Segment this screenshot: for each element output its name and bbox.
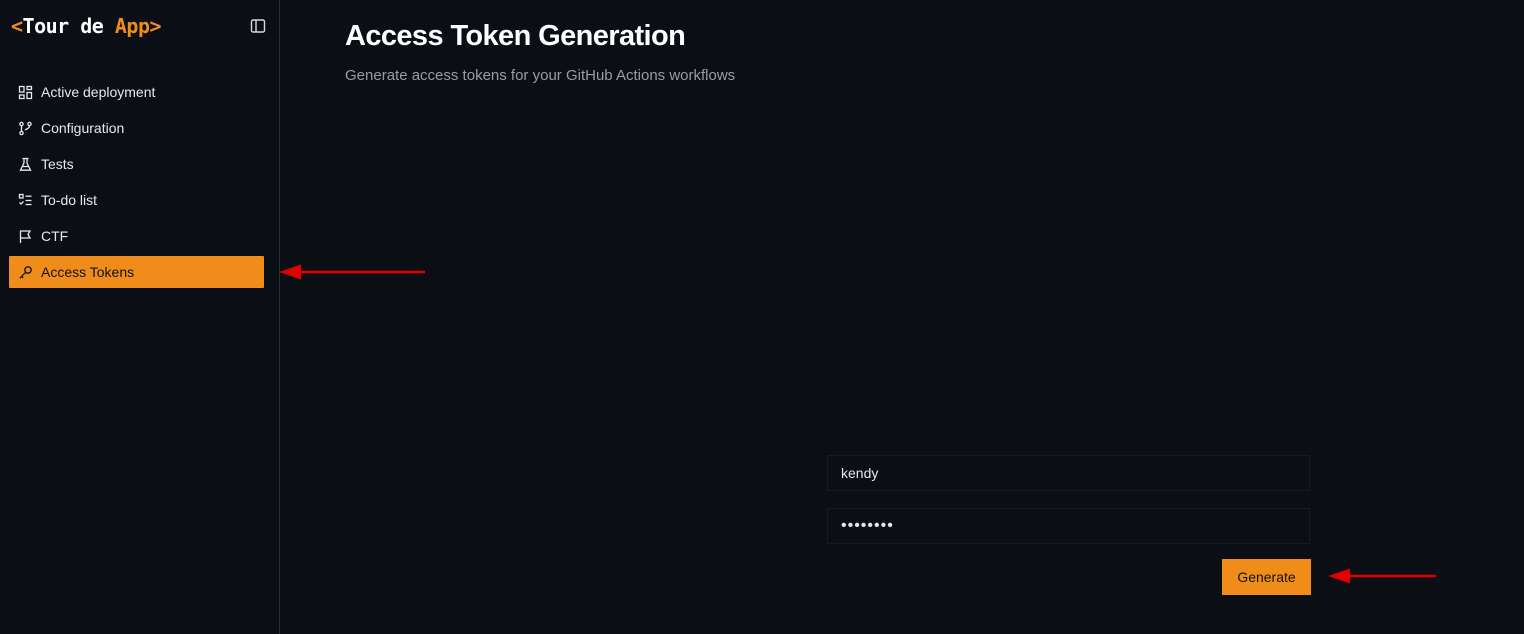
app-root: <Tour de App> Active deployment Configur…: [0, 0, 1524, 634]
annotation-arrow-icon: [279, 264, 425, 280]
annotation-arrow-icon: [1328, 568, 1436, 584]
sidebar-item-label: To-do list: [41, 192, 98, 208]
sidebar-item-label: Configuration: [41, 120, 125, 136]
app-logo[interactable]: <Tour de App>: [11, 14, 162, 38]
sidebar-item-configuration[interactable]: Configuration: [9, 112, 264, 144]
main-content: Access Token Generation Generate access …: [281, 0, 1524, 634]
page-title: Access Token Generation: [345, 20, 686, 52]
sidebar-nav: Active deployment Configuration Tests To…: [9, 76, 264, 292]
sidebar-item-todo[interactable]: To-do list: [9, 184, 264, 216]
logo-word-app: App: [114, 14, 150, 38]
password-field[interactable]: ••••••••: [827, 508, 1310, 544]
git-branch-icon: [18, 121, 33, 136]
sidebar-item-access-tokens[interactable]: Access Tokens: [9, 256, 264, 288]
password-value: ••••••••: [841, 517, 894, 534]
sidebar: <Tour de App> Active deployment Configur…: [0, 0, 280, 634]
key-icon: [18, 265, 33, 280]
logo-word-tour: Tour: [22, 14, 70, 38]
sidebar-item-ctf[interactable]: CTF: [9, 220, 264, 252]
flag-icon: [18, 229, 33, 244]
username-value: kendy: [841, 465, 879, 481]
sidebar-item-tests[interactable]: Tests: [9, 148, 264, 180]
logo-bracket-open: <: [11, 14, 23, 38]
sidebar-item-label: Tests: [41, 156, 74, 172]
username-field[interactable]: kendy: [827, 455, 1310, 491]
sidebar-toggle-icon[interactable]: [250, 18, 266, 34]
flask-icon: [18, 157, 33, 172]
generate-button[interactable]: Generate: [1222, 559, 1311, 595]
sidebar-item-label: Active deployment: [41, 84, 156, 100]
sidebar-item-label: Access Tokens: [41, 264, 135, 280]
page-subtitle: Generate access tokens for your GitHub A…: [345, 67, 736, 84]
dashboard-icon: [18, 85, 33, 100]
sidebar-item-label: CTF: [41, 228, 69, 244]
sidebar-item-active-deployment[interactable]: Active deployment: [9, 76, 264, 108]
logo-word-de: de: [68, 14, 115, 38]
checklist-icon: [18, 193, 33, 208]
logo-bracket-close: >: [149, 14, 162, 38]
